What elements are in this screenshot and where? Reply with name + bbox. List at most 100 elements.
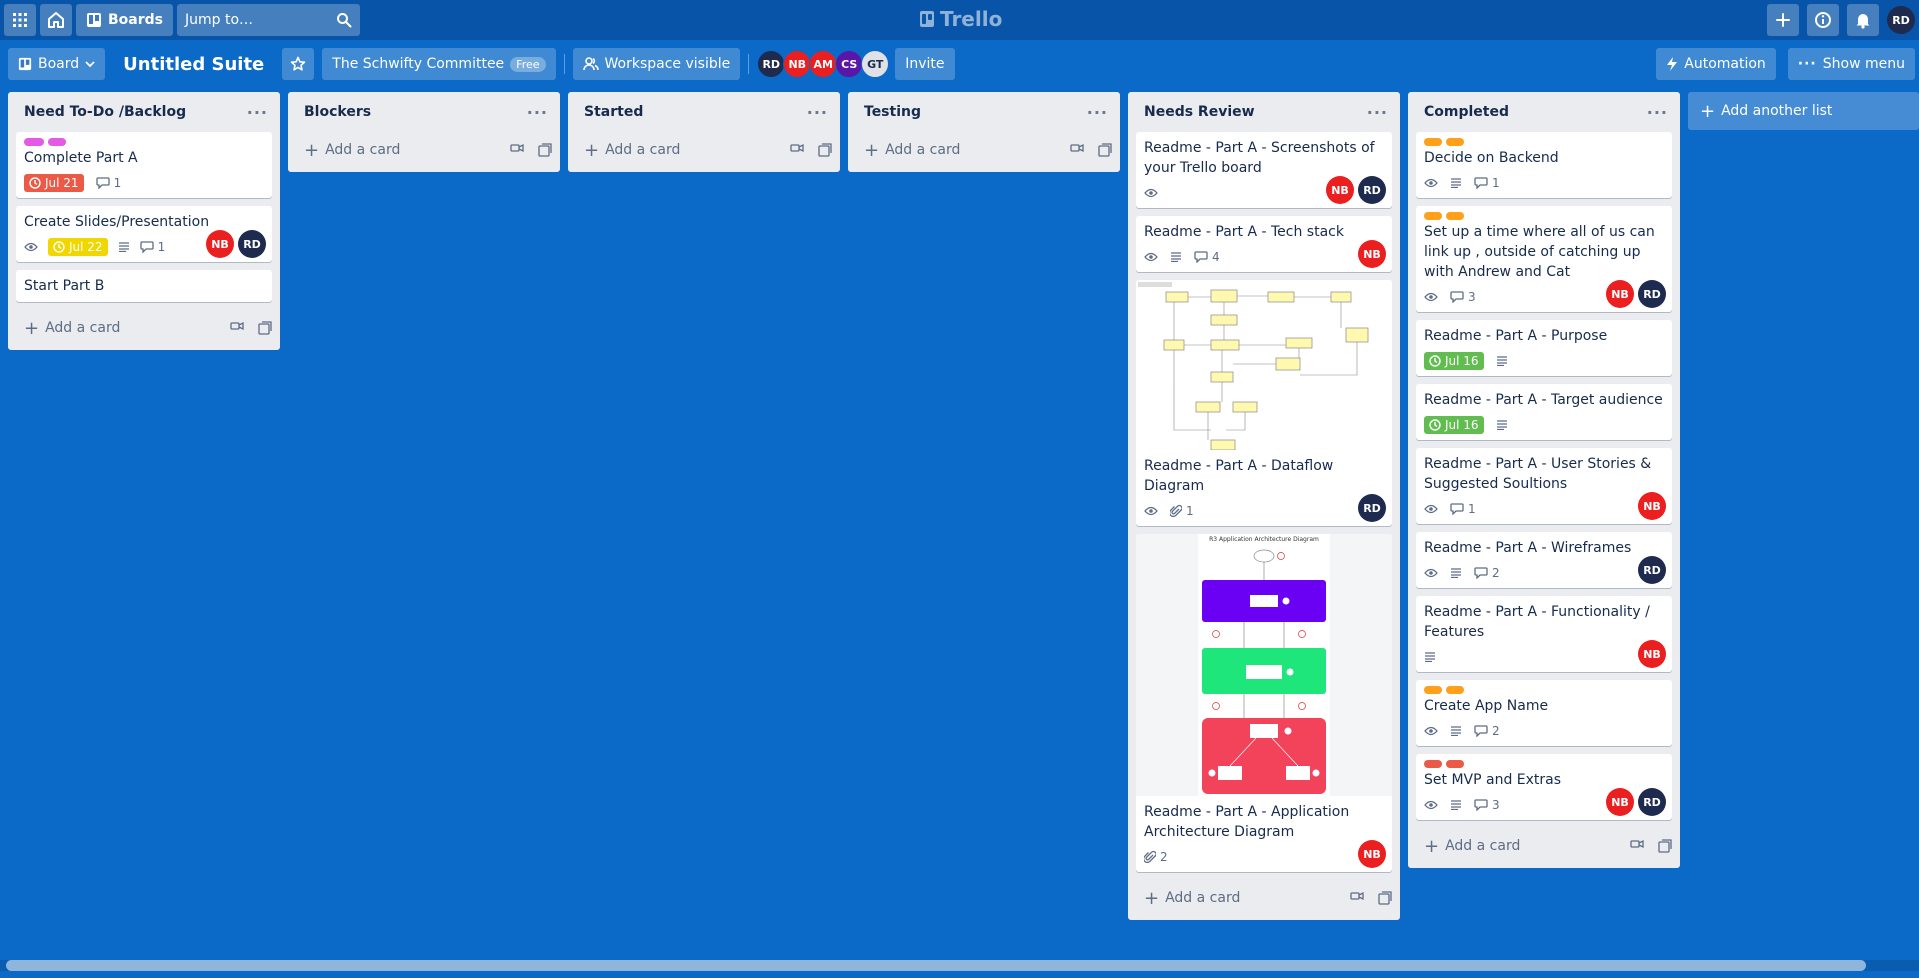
card[interactable]: Set MVP and Extras 3 NB RD (1416, 754, 1672, 820)
card[interactable]: Readme - Part A - Tech stack 4 NB (1136, 216, 1392, 272)
card[interactable]: Set up a time where all of us can link u… (1416, 206, 1672, 312)
card[interactable]: Readme - Part A - Dataflow Diagram 1 RD (1136, 280, 1392, 526)
search-input[interactable]: Jump to… (177, 4, 360, 36)
home-button[interactable] (40, 4, 72, 36)
add-card-button[interactable]: + Add a card (1128, 880, 1400, 916)
member-avatar[interactable]: NB (783, 50, 812, 78)
label-orange[interactable] (1424, 686, 1442, 694)
view-switcher-button[interactable]: Board (8, 48, 106, 80)
card[interactable]: Readme - Part A - Purpose Jul 16 (1416, 320, 1672, 376)
add-card-button[interactable]: + Add a card (8, 310, 280, 346)
card[interactable]: Readme - Part A - Functionality / Featur… (1416, 596, 1672, 672)
template-icon[interactable] (1378, 891, 1392, 905)
template-icon[interactable] (818, 143, 832, 157)
member-avatar[interactable]: CS (835, 50, 864, 78)
user-avatar[interactable]: RD (1887, 6, 1915, 34)
video-icon[interactable] (230, 321, 244, 331)
list-menu-icon[interactable]: ··· (1087, 103, 1108, 122)
card-member-avatar[interactable]: NB (1326, 176, 1354, 204)
card-member-avatar[interactable]: RD (1358, 176, 1386, 204)
list-menu-icon[interactable]: ··· (527, 103, 548, 122)
card[interactable]: Complete Part A Jul 21 1 (16, 132, 272, 198)
list-title[interactable]: Needs Review (1144, 104, 1255, 120)
card[interactable]: R3 Application Architecture Diagram Read… (1136, 534, 1392, 872)
due-date-badge[interactable]: Jul 21 (24, 174, 84, 192)
card[interactable]: Decide on Backend 1 (1416, 132, 1672, 198)
template-icon[interactable] (1658, 839, 1672, 853)
card[interactable]: Create App Name 2 (1416, 680, 1672, 746)
info-button[interactable] (1807, 4, 1839, 36)
label-orange[interactable] (1424, 138, 1442, 146)
card[interactable]: Create Slides/Presentation Jul 22 1 NB R… (16, 206, 272, 262)
card[interactable]: Readme - Part A - Screenshots of your Tr… (1136, 132, 1392, 208)
member-avatar[interactable]: RD (757, 50, 786, 78)
card-member-avatar[interactable]: NB (1358, 840, 1386, 868)
notifications-button[interactable] (1847, 4, 1879, 36)
due-date-badge[interactable]: Jul 22 (48, 238, 108, 256)
label-orange[interactable] (1424, 212, 1442, 220)
label-purple[interactable] (48, 138, 66, 146)
template-icon[interactable] (538, 143, 552, 157)
card[interactable]: Readme - Part A - Wireframes 2 RD (1416, 532, 1672, 588)
create-button[interactable] (1767, 4, 1799, 36)
template-icon[interactable] (258, 321, 272, 335)
list-menu-icon[interactable]: ··· (807, 103, 828, 122)
list-menu-icon[interactable]: ··· (1647, 103, 1668, 122)
invite-button[interactable]: Invite (895, 48, 955, 80)
card-labels[interactable] (1424, 138, 1664, 146)
add-list-button[interactable]: + Add another list (1688, 92, 1919, 130)
due-date-badge[interactable]: Jul 16 (1424, 352, 1484, 370)
card-member-avatar[interactable]: RD (1638, 280, 1666, 308)
boards-button[interactable]: Boards (76, 4, 173, 36)
video-icon[interactable] (510, 143, 524, 153)
card-member-avatar[interactable]: NB (1606, 280, 1634, 308)
workspace-button[interactable]: The Schwifty Committee Free (322, 48, 556, 80)
list-menu-icon[interactable]: ··· (1367, 103, 1388, 122)
due-date-badge[interactable]: Jul 16 (1424, 416, 1484, 434)
card-member-avatar[interactable]: NB (1606, 788, 1634, 816)
label-orange[interactable] (1446, 138, 1464, 146)
label-purple[interactable] (24, 138, 44, 146)
video-icon[interactable] (790, 143, 804, 153)
card-member-avatar[interactable]: NB (206, 230, 234, 258)
automation-button[interactable]: Automation (1656, 48, 1776, 80)
card-labels[interactable] (1424, 212, 1664, 220)
label-red[interactable] (1424, 760, 1442, 768)
list-menu-icon[interactable]: ··· (247, 103, 268, 122)
video-icon[interactable] (1630, 839, 1644, 849)
card-member-avatar[interactable]: NB (1638, 640, 1666, 668)
card-member-avatar[interactable]: RD (1358, 494, 1386, 522)
star-button[interactable] (282, 48, 315, 80)
card-member-avatar[interactable]: NB (1358, 240, 1386, 268)
visibility-button[interactable]: Workspace visible (572, 48, 741, 80)
list-title[interactable]: Started (584, 104, 643, 120)
list-title[interactable]: Blockers (304, 104, 371, 120)
card-labels[interactable] (24, 138, 264, 146)
label-orange[interactable] (1446, 686, 1464, 694)
member-avatar[interactable]: GT (861, 50, 890, 78)
video-icon[interactable] (1350, 891, 1364, 901)
card-member-avatar[interactable]: RD (1638, 556, 1666, 584)
card-labels[interactable] (1424, 760, 1664, 768)
video-icon[interactable] (1070, 143, 1084, 153)
app-switcher-button[interactable] (4, 4, 36, 36)
list-title[interactable]: Need To-Do /Backlog (24, 104, 186, 120)
add-card-button[interactable]: + Add a card (568, 132, 840, 168)
add-card-button[interactable]: + Add a card (1408, 828, 1680, 864)
list-title[interactable]: Testing (864, 104, 921, 120)
label-red[interactable] (1446, 760, 1464, 768)
show-menu-button[interactable]: ··· Show menu (1787, 48, 1915, 80)
template-icon[interactable] (1098, 143, 1112, 157)
card[interactable]: Start Part B (16, 270, 272, 302)
label-orange[interactable] (1446, 212, 1464, 220)
card-member-avatar[interactable]: RD (238, 230, 266, 258)
card-labels[interactable] (1424, 686, 1664, 694)
add-card-button[interactable]: + Add a card (848, 132, 1120, 168)
board-title[interactable]: Untitled Suite (113, 54, 274, 75)
card[interactable]: Readme - Part A - Target audience Jul 16 (1416, 384, 1672, 440)
list-title[interactable]: Completed (1424, 104, 1509, 120)
horizontal-scrollbar-thumb[interactable] (6, 960, 1866, 971)
card[interactable]: Readme - Part A - User Stories & Suggest… (1416, 448, 1672, 524)
card-member-avatar[interactable]: NB (1638, 492, 1666, 520)
add-card-button[interactable]: + Add a card (288, 132, 560, 168)
